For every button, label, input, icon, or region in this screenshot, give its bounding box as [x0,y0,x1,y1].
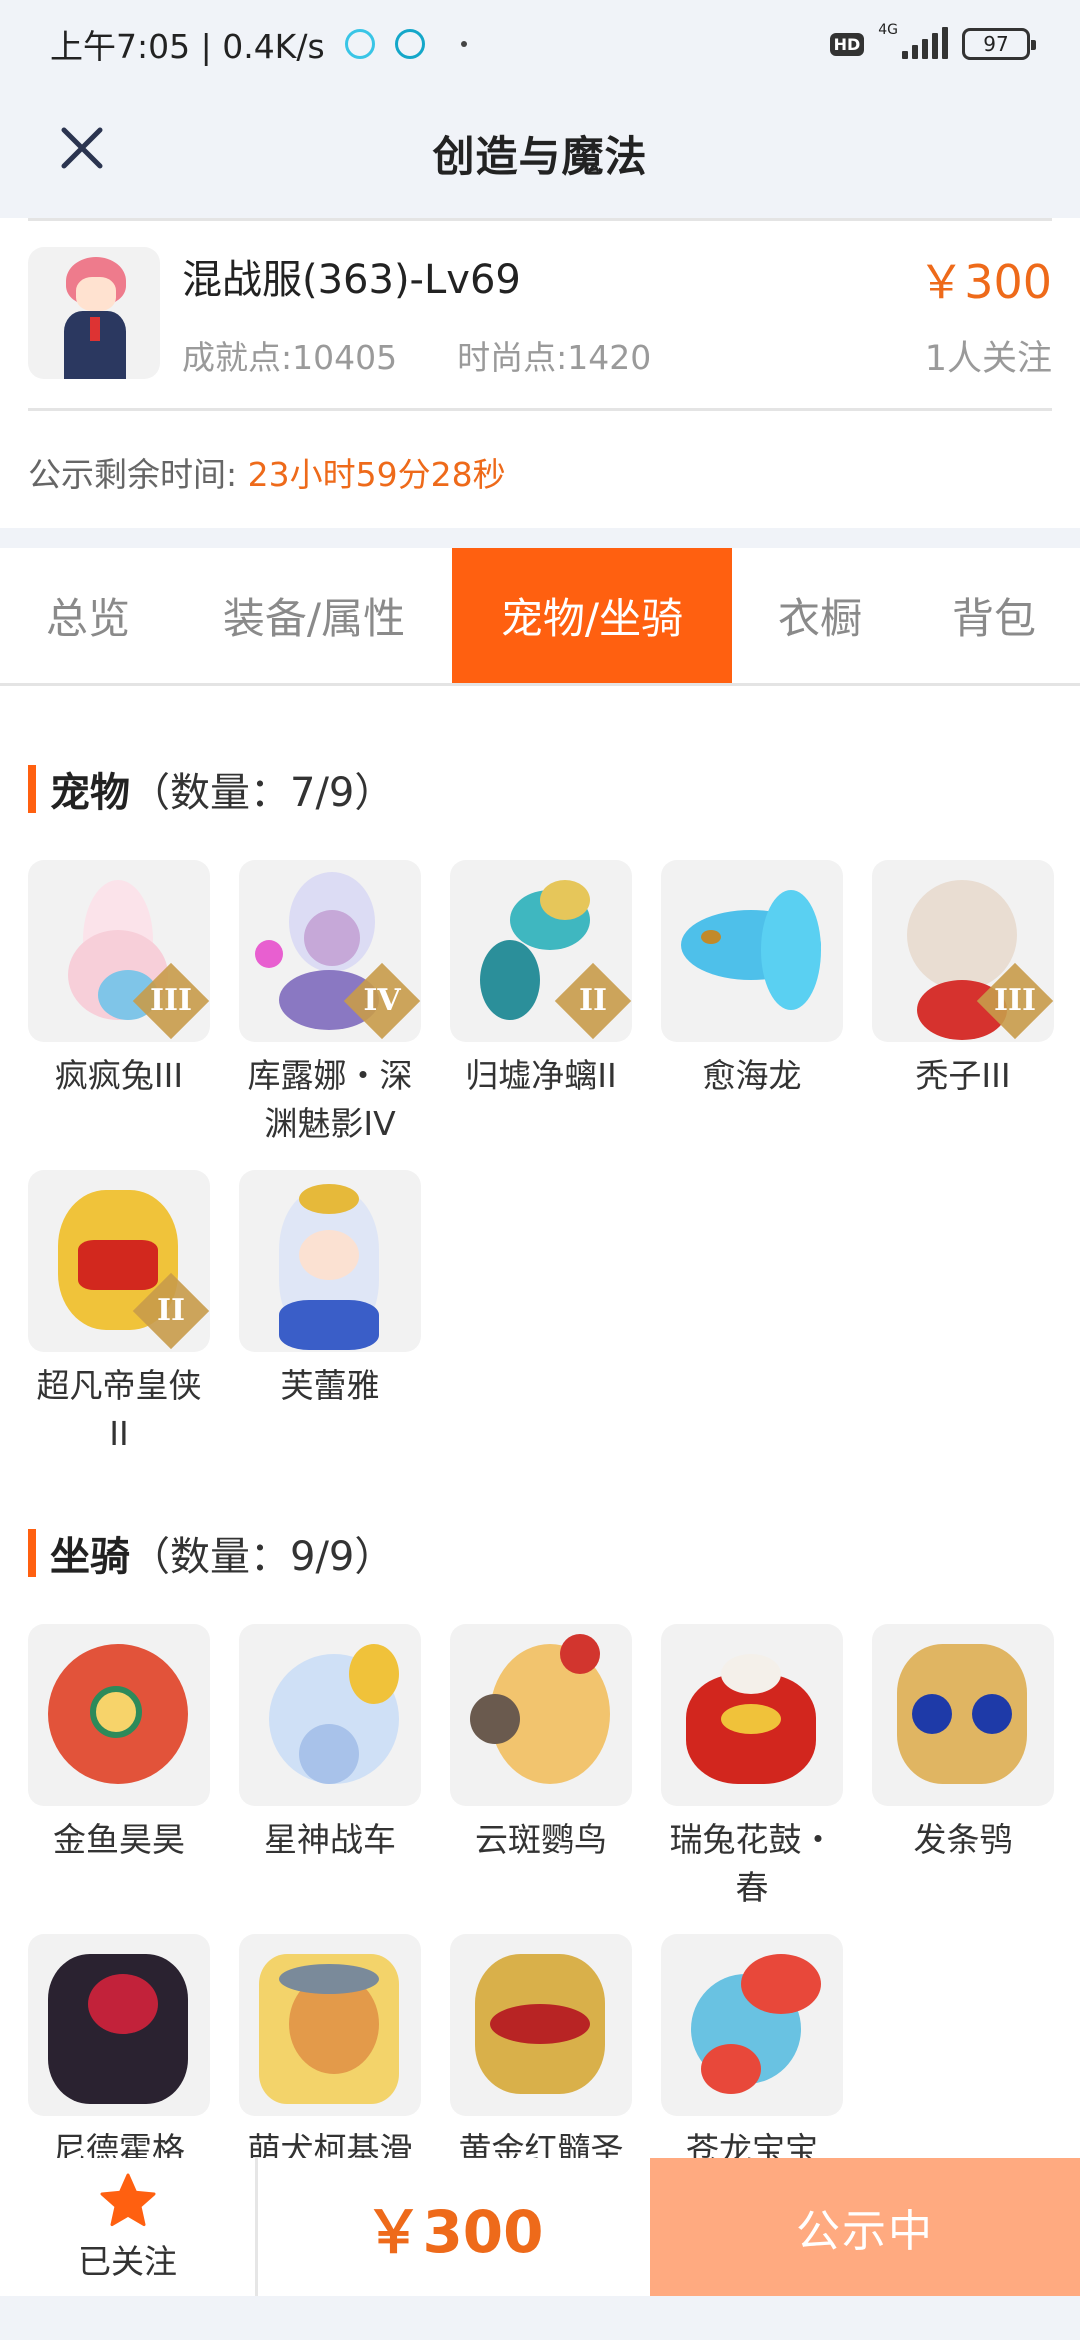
tier-badge: III [993,983,1037,1018]
mount-name: 金鱼昊昊 [53,1820,185,1859]
follow-button[interactable]: 已关注 [0,2158,258,2296]
character-avatar[interactable] [28,247,160,379]
tab-wardrobe[interactable]: 衣橱 [732,548,908,683]
pet-name: 库露娜・深渊魅影IV [247,1056,413,1143]
divider [28,408,1052,411]
mount-name: 星神战车 [264,1820,396,1859]
app-notification-icon [344,29,375,59]
achievement-points: 成就点:10405 [182,338,398,377]
tier-badge: II [578,983,608,1018]
mount-name: 瑞兔花鼓・春 [669,1820,835,1907]
pet-item[interactable]: 芙蕾雅 [239,1170,421,1410]
public-status-button[interactable]: 公示中 [650,2158,1080,2296]
app-notification-icon-2 [394,29,425,59]
page-title: 创造与魔法 [432,131,648,181]
mount-item[interactable]: 金鱼昊昊 [28,1624,210,1864]
network-type: 4G [878,22,898,38]
mount-thumbnail [872,1624,1054,1806]
pets-count: （数量：7/9） [130,770,395,816]
mount-thumbnail [28,1934,210,2116]
tab-backpack[interactable]: 背包 [908,548,1080,683]
pet-name: 秃子III [915,1056,1011,1095]
tab-pets-mounts[interactable]: 宠物/坐骑 [452,548,732,683]
tier-badge: IV [363,983,401,1018]
pet-item[interactable]: 愈海龙 [661,860,843,1100]
battery-level: 97 [983,32,1009,56]
mount-thumbnail [239,1934,421,2116]
mount-name: 发条鸮 [913,1820,1013,1859]
mount-item[interactable]: 尼德霍格 [28,1934,210,2174]
battery-icon: 97 [962,28,1036,60]
pet-item[interactable]: III 秃子III [872,860,1054,1100]
follow-label: 已关注 [78,2242,177,2281]
item-price: ￥300 [918,254,1052,309]
pet-item[interactable]: III 疯疯兔III [28,860,210,1100]
mounts-count: （数量：9/9） [130,1534,395,1580]
section-separator [0,528,1080,548]
pet-name: 疯疯兔III [54,1056,184,1095]
pet-item[interactable]: II 归墟净螭II [450,860,632,1100]
mount-thumbnail [661,1624,843,1806]
pet-thumbnail [239,1170,421,1352]
mount-item[interactable]: 云斑鹦鸟 [450,1624,632,1864]
status-time: 上午7:05 | 0.4K/s [50,27,325,66]
pet-thumbnail: IV [239,860,421,1042]
tab-overview[interactable]: 总览 [0,548,176,683]
bottom-safe-area [0,2296,1080,2340]
pet-thumbnail: III [872,860,1054,1042]
mount-item[interactable]: 瑞兔花鼓・春 [661,1624,843,1912]
pet-thumbnail: II [450,860,632,1042]
pet-name: 芙蕾雅 [280,1366,380,1405]
mount-name: 云斑鹦鸟 [475,1820,607,1859]
tab-equipment[interactable]: 装备/属性 [176,548,452,683]
pet-name: 超凡帝皇侠II [36,1366,202,1453]
section-marker [28,765,36,813]
notice-countdown: 23小时59分28秒 [247,455,506,494]
mounts-title: 坐骑 [50,1534,130,1580]
pet-name: 归墟净螭II [465,1056,617,1095]
follower-count: 1人关注 [924,338,1052,379]
mount-thumbnail [450,1624,632,1806]
more-notifications-icon [460,41,467,47]
mount-item[interactable]: 黄金红髓圣 [450,1934,632,2174]
mount-thumbnail [661,1934,843,2116]
server-level: 混战服(363)-Lv69 [182,257,521,303]
tier-badge: II [156,1293,186,1328]
notice-label: 公示剩余时间: [28,455,238,494]
pet-name: 愈海龙 [702,1056,802,1095]
bottom-price: ￥300 [364,2198,544,2266]
star-icon [100,2173,155,2227]
pet-thumbnail: III [28,860,210,1042]
mount-item[interactable]: 星神战车 [239,1624,421,1864]
mounts-section-title: 坐骑 （数量：9/9） [28,1524,394,1582]
hd-badge: HD [829,32,865,56]
pets-section-title: 宠物 （数量：7/9） [28,760,394,818]
mount-item[interactable]: 发条鸮 [872,1624,1054,1864]
pets-title: 宠物 [50,770,130,816]
mount-item[interactable]: 萌犬柯基滑 [239,1934,421,2174]
pet-item[interactable]: IV 库露娜・深渊魅影IV [239,860,421,1148]
fashion-points: 时尚点:1420 [457,338,652,377]
section-marker [28,1529,36,1577]
mount-thumbnail [28,1624,210,1806]
pet-thumbnail: II [28,1170,210,1352]
divider [28,218,1052,221]
mount-thumbnail [239,1624,421,1806]
status-bar: 上午7:05 | 0.4K/s HD 4G 97 [0,0,1080,88]
pet-item[interactable]: II 超凡帝皇侠II [28,1170,210,1458]
tier-badge: III [149,983,193,1018]
mount-item[interactable]: 苍龙宝宝 [661,1934,843,2174]
notice-row: 公示剩余时间: 23小时59分28秒 [28,448,506,496]
app-header: 创造与魔法 [0,88,1080,218]
signal-icon [902,27,948,59]
pet-thumbnail [661,860,843,1042]
bottom-action-bar: 已关注 ￥300 公示中 [0,2158,1080,2296]
item-info-card: 混战服(363)-Lv69 成就点:10405 时尚点:1420 ￥300 1人… [0,218,1080,528]
mount-thumbnail [450,1934,632,2116]
tab-bar: 总览 装备/属性 宠物/坐骑 衣橱 背包 [0,548,1080,686]
close-icon[interactable] [52,118,112,178]
